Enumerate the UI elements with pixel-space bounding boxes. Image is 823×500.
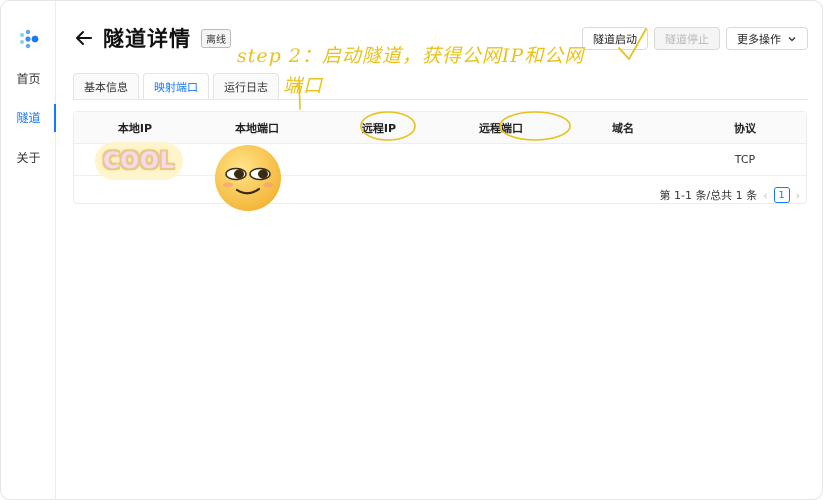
stop-tunnel-button[interactable]: 隧道停止 bbox=[654, 27, 720, 50]
cell-domain bbox=[562, 144, 684, 175]
pagination: 第 1-1 条/总共 1 条 ‹ 1 › bbox=[660, 187, 800, 203]
page-header: 隧道详情 离线 bbox=[73, 23, 231, 53]
sidebar: 首页 隧道 关于 bbox=[1, 1, 56, 499]
column-local-ip: 本地IP bbox=[117, 121, 153, 135]
column-local-port: 本地端口 bbox=[235, 121, 279, 135]
column-domain: 域名 bbox=[612, 121, 634, 135]
page-number-button[interactable]: 1 bbox=[773, 187, 790, 203]
more-actions-label: 更多操作 bbox=[737, 32, 781, 46]
column-protocol: 协议 bbox=[734, 121, 756, 135]
column-remote-ip: 远程IP bbox=[361, 121, 397, 135]
cell-remote-port bbox=[440, 144, 562, 175]
handwritten-note-line2: 端口 bbox=[283, 75, 324, 97]
table-header: 本地IP 本地端口 远程IP 远程端口 域名 协议 bbox=[74, 112, 806, 144]
sidebar-active-indicator bbox=[54, 104, 56, 132]
arrow-left-icon[interactable] bbox=[73, 27, 95, 49]
column-remote-port: 远程端口 bbox=[479, 121, 523, 135]
page-title: 隧道详情 bbox=[103, 27, 191, 51]
pagination-summary: 第 1-1 条/总共 1 条 bbox=[659, 189, 758, 202]
app-logo-icon bbox=[20, 29, 39, 49]
action-bar: 隧道启动 隧道停止 更多操作 bbox=[582, 27, 808, 50]
chevron-down-icon bbox=[788, 36, 796, 41]
table-row[interactable]: TCP bbox=[74, 144, 806, 176]
cell-remote-ip bbox=[318, 144, 440, 175]
status-badge: 离线 bbox=[201, 28, 231, 48]
app-window: 首页 隧道 关于 隧道详情 离线 隧道启动 隧道停止 更多操作 基本信息 映射端… bbox=[0, 0, 823, 500]
handwritten-note: step 2：启动隧道，获得公网IP和公网 端口 bbox=[237, 41, 597, 101]
sidebar-item-home[interactable]: 首页 bbox=[1, 67, 56, 91]
more-actions-button[interactable]: 更多操作 bbox=[726, 27, 808, 50]
cell-protocol: TCP bbox=[734, 153, 756, 166]
cool-sticker: COOL bbox=[95, 142, 183, 180]
sidebar-item-about[interactable]: 关于 bbox=[1, 146, 56, 170]
handwritten-note-line1: step 2：启动隧道，获得公网IP和公网 bbox=[237, 45, 585, 67]
chevron-left-icon[interactable]: ‹ bbox=[763, 189, 767, 202]
tab-basic-info[interactable]: 基本信息 bbox=[73, 73, 139, 99]
tab-port-mapping[interactable]: 映射端口 bbox=[143, 73, 209, 99]
port-mapping-table: 本地IP 本地端口 远程IP 远程端口 域名 协议 TCP 第 1-1 条/总共… bbox=[73, 111, 807, 204]
sidebar-item-tunnel[interactable]: 隧道 bbox=[1, 106, 56, 130]
smug-face-emoji bbox=[215, 145, 281, 211]
chevron-right-icon[interactable]: › bbox=[796, 189, 800, 202]
